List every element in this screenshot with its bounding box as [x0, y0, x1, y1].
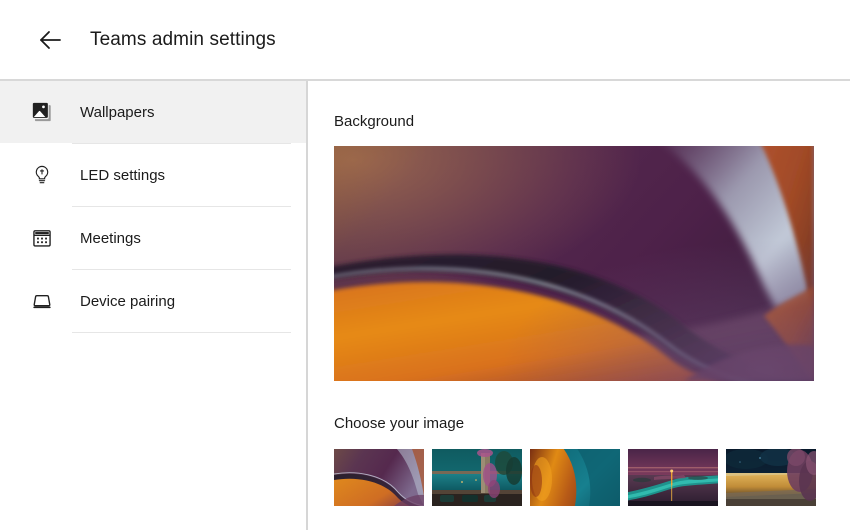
background-section-label: Background — [334, 113, 415, 130]
thumb-art-4 — [628, 449, 718, 506]
thumbnail-river-sunset-purple[interactable] — [628, 449, 718, 506]
sidebar-item-label: Wallpapers — [80, 103, 155, 121]
choose-image-label: Choose your image — [334, 415, 465, 432]
sidebar-divider — [72, 332, 291, 333]
thumbnail-abstract-orange-teal[interactable] — [530, 449, 620, 506]
page-title: Teams admin settings — [90, 28, 276, 50]
thumbnail-night-wall-blossom[interactable] — [726, 449, 816, 506]
arrow-left-icon — [36, 26, 64, 54]
thumb-art-3 — [530, 449, 620, 506]
lightbulb-icon — [28, 161, 56, 189]
sidebar-item-label: Device pairing — [80, 292, 176, 310]
calendar-icon — [28, 224, 56, 252]
settings-sidebar: Wallpapers LED settings Meetings Device … — [0, 81, 308, 530]
monitor-icon — [28, 287, 56, 315]
body-container: Wallpapers LED settings Meetings Device … — [0, 81, 850, 530]
sidebar-item-meetings[interactable]: Meetings — [0, 207, 306, 269]
back-button[interactable] — [30, 20, 70, 60]
thumb-art-2 — [432, 449, 522, 506]
background-preview-image[interactable] — [334, 146, 814, 381]
background-preview-wrap — [334, 146, 850, 381]
app-header: Teams admin settings — [0, 0, 850, 81]
thumbnail-abstract-wave-purple-orange[interactable] — [334, 449, 424, 506]
wallpapers-panel: Background Choose your image — [308, 81, 850, 530]
sidebar-item-led-settings[interactable]: LED settings — [0, 144, 306, 206]
image-icon — [28, 98, 56, 126]
thumbnail-seaside-dusk-teal[interactable] — [432, 449, 522, 506]
sidebar-item-label: LED settings — [80, 166, 166, 184]
thumb-art-5 — [726, 449, 816, 506]
sidebar-item-device-pairing[interactable]: Device pairing — [0, 270, 306, 332]
thumbnail-list — [334, 449, 850, 506]
teams-admin-settings-window: Teams admin settings Wallpapers LED sett… — [0, 0, 850, 530]
thumb-art-1 — [334, 449, 424, 506]
sidebar-item-label: Meetings — [80, 229, 141, 247]
sidebar-item-wallpapers[interactable]: Wallpapers — [0, 81, 306, 143]
wallpaper-art — [334, 146, 814, 381]
